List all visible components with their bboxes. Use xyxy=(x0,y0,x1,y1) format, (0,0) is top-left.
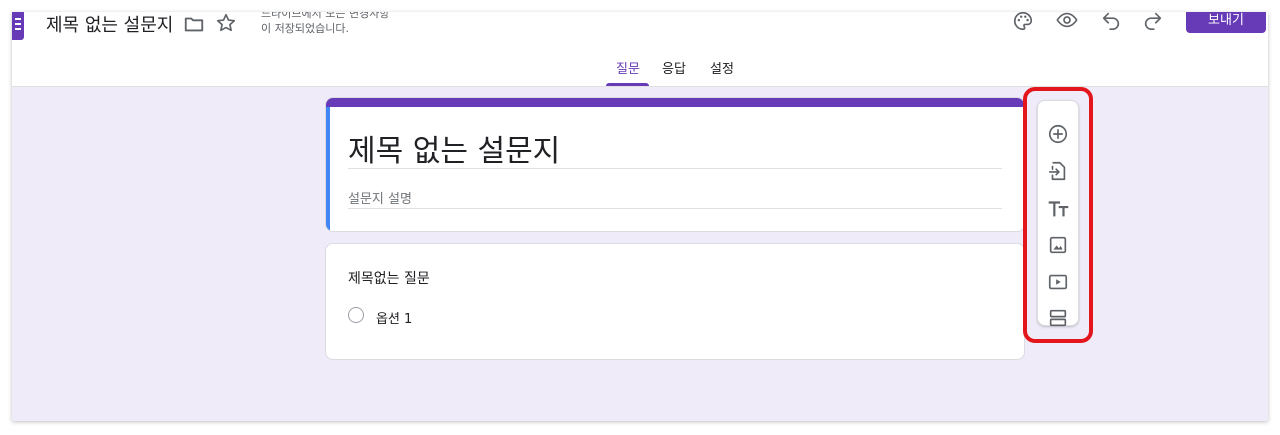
tab-settings[interactable]: 설정 xyxy=(710,58,734,77)
question-card[interactable]: 제목없는 질문 옵션 1 xyxy=(325,243,1025,360)
preview-eye-icon[interactable] xyxy=(1055,12,1079,31)
form-title-card[interactable]: 제목 없는 설문지 설문지 설명 xyxy=(325,97,1025,232)
star-icon[interactable] xyxy=(215,12,237,34)
toolbar-highlight-box xyxy=(1023,87,1093,343)
document-title[interactable]: 제목 없는 설문지 xyxy=(46,12,173,37)
folder-icon[interactable] xyxy=(183,13,205,35)
focus-indicator xyxy=(326,107,330,231)
option-label[interactable]: 옵션 1 xyxy=(376,308,412,327)
save-status-line2: 이 저장되었습니다. xyxy=(261,22,349,35)
undo-icon[interactable] xyxy=(1100,12,1122,31)
tab-responses[interactable]: 응답 xyxy=(662,58,686,77)
palette-icon[interactable] xyxy=(1012,12,1034,32)
save-status-line1: 드라이브에서 모든 변경사항 xyxy=(261,12,390,20)
forms-logo-icon[interactable] xyxy=(12,12,24,40)
redo-icon[interactable] xyxy=(1142,12,1164,31)
radio-button xyxy=(348,307,364,323)
form-title[interactable]: 제목 없는 설문지 xyxy=(348,126,560,170)
form-description-field[interactable]: 설문지 설명 xyxy=(348,188,412,207)
title-divider xyxy=(348,168,1002,169)
active-tab-indicator xyxy=(606,83,649,86)
theme-color-bar xyxy=(326,98,1024,107)
description-divider xyxy=(348,208,1002,209)
top-header: 제목 없는 설문지 드라이브에서 모든 변경사항 이 저장되었습니다. 보내기 xyxy=(12,12,1268,87)
send-button[interactable]: 보내기 xyxy=(1186,12,1266,33)
question-title[interactable]: 제목없는 질문 xyxy=(348,268,430,288)
forms-window: 제목 없는 설문지 드라이브에서 모든 변경사항 이 저장되었습니다. 보내기 xyxy=(12,12,1268,421)
tab-questions[interactable]: 질문 xyxy=(616,58,640,77)
save-status: 드라이브에서 모든 변경사항 이 저장되었습니다. xyxy=(261,12,431,36)
